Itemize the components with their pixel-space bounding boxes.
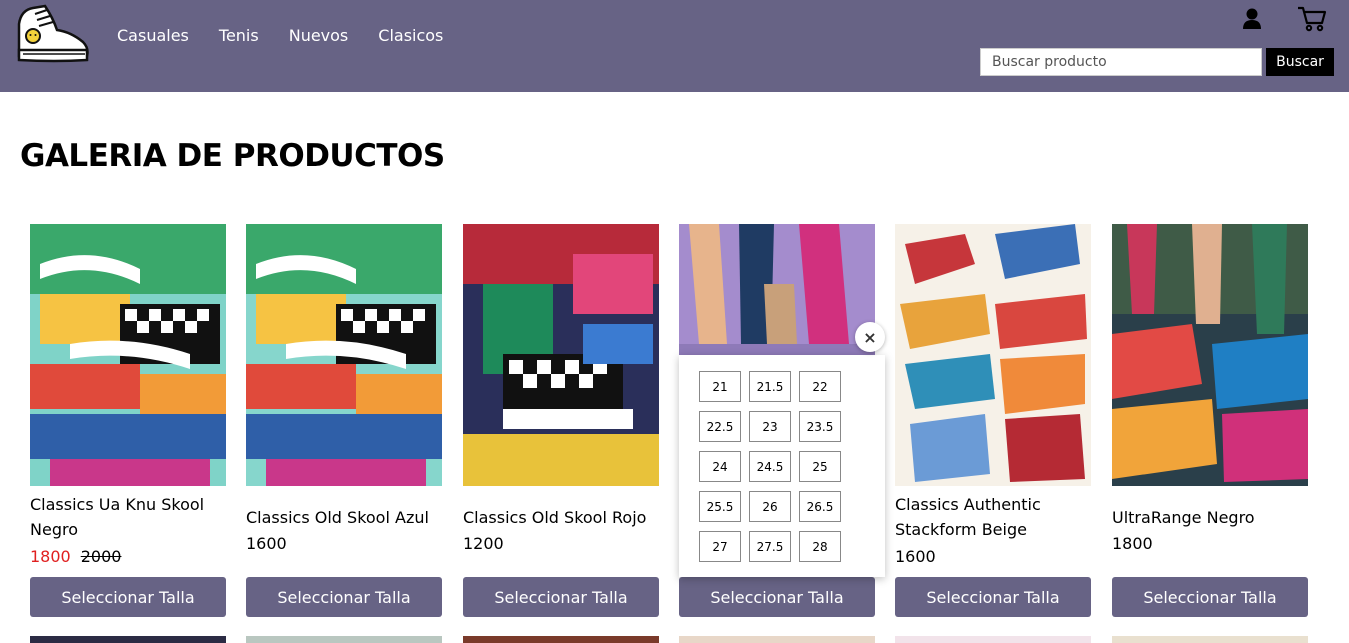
product-image-partial[interactable] bbox=[246, 636, 442, 643]
size-option[interactable]: 28 bbox=[799, 531, 841, 562]
product-image[interactable] bbox=[463, 224, 659, 486]
product-card: Classics Old Skool Rojo 1200 Seleccionar… bbox=[463, 224, 660, 617]
product-name: Classics Ua Knu Skool Negro bbox=[30, 495, 205, 539]
sale-price: 1800 bbox=[30, 547, 71, 566]
size-option[interactable]: 25 bbox=[799, 451, 841, 482]
product-image[interactable] bbox=[30, 224, 226, 486]
size-option[interactable]: 24 bbox=[699, 451, 741, 482]
size-option[interactable]: 25.5 bbox=[699, 491, 741, 522]
size-option[interactable]: 21.5 bbox=[749, 371, 791, 402]
main-nav: Casuales Tenis Nuevos Clasicos bbox=[117, 26, 443, 45]
product-price: 1200 bbox=[463, 534, 504, 553]
nav-tenis[interactable]: Tenis bbox=[219, 26, 259, 45]
old-price: 2000 bbox=[80, 547, 122, 566]
size-option[interactable]: 27.5 bbox=[749, 531, 791, 562]
size-option[interactable]: 24.5 bbox=[749, 451, 791, 482]
size-option[interactable]: 26 bbox=[749, 491, 791, 522]
sneaker-logo-icon[interactable] bbox=[15, 4, 89, 64]
product-image[interactable] bbox=[895, 224, 1091, 486]
size-popup: 21 21.5 22 22.5 23 23.5 24 24.5 25 25.5 … bbox=[679, 355, 885, 577]
product-price: 1600 bbox=[895, 547, 936, 566]
select-size-button[interactable]: Seleccionar Talla bbox=[463, 577, 659, 617]
size-option[interactable]: 23.5 bbox=[799, 411, 841, 442]
product-image-partial[interactable] bbox=[679, 636, 875, 643]
product-image[interactable] bbox=[1112, 224, 1308, 486]
size-grid: 21 21.5 22 22.5 23 23.5 24 24.5 25 25.5 … bbox=[699, 371, 841, 562]
product-name: Classics Authentic Stackform Beige bbox=[895, 495, 1041, 539]
select-size-button[interactable]: Seleccionar Talla bbox=[895, 577, 1091, 617]
nav-casuales[interactable]: Casuales bbox=[117, 26, 189, 45]
size-option[interactable]: 22.5 bbox=[699, 411, 741, 442]
product-card: Classics Ua Knu Skool Negro 1800 2000 Sel… bbox=[30, 224, 227, 617]
product-image[interactable] bbox=[246, 224, 442, 486]
product-image-partial[interactable] bbox=[463, 636, 659, 643]
product-image-partial[interactable] bbox=[30, 636, 226, 643]
cart-icon[interactable] bbox=[1297, 6, 1327, 32]
product-price: 1800 2000 bbox=[30, 544, 121, 569]
product-card: Classics Old Skool Azul 1600 Seleccionar… bbox=[246, 224, 443, 617]
size-option[interactable]: 22 bbox=[799, 371, 841, 402]
user-icon[interactable] bbox=[1241, 7, 1263, 31]
size-option[interactable]: 21 bbox=[699, 371, 741, 402]
nav-nuevos[interactable]: Nuevos bbox=[289, 26, 349, 45]
select-size-button[interactable]: Seleccionar Talla bbox=[679, 577, 875, 617]
select-size-button[interactable]: Seleccionar Talla bbox=[246, 577, 442, 617]
product-card: UltraRange Negro 1800 Seleccionar Talla bbox=[1112, 224, 1309, 617]
search-button[interactable]: Buscar bbox=[1266, 48, 1334, 76]
close-popup-button[interactable]: × bbox=[855, 322, 885, 352]
nav-clasicos[interactable]: Clasicos bbox=[378, 26, 443, 45]
site-header: Casuales Tenis Nuevos Clasicos Buscar bbox=[0, 0, 1349, 92]
search-input[interactable] bbox=[980, 48, 1262, 76]
select-size-button[interactable]: Seleccionar Talla bbox=[30, 577, 226, 617]
size-option[interactable]: 27 bbox=[699, 531, 741, 562]
select-size-button[interactable]: Seleccionar Talla bbox=[1112, 577, 1308, 617]
product-price: 1600 bbox=[246, 534, 287, 553]
page-title: GALERIA DE PRODUCTOS bbox=[20, 138, 445, 174]
product-price: 1800 bbox=[1112, 534, 1153, 553]
product-card: Classics Authentic Stackform Beige 1600 … bbox=[895, 224, 1092, 617]
size-option[interactable]: 23 bbox=[749, 411, 791, 442]
size-option[interactable]: 26.5 bbox=[799, 491, 841, 522]
product-image-partial[interactable] bbox=[1112, 636, 1308, 643]
product-image-partial[interactable] bbox=[895, 636, 1091, 643]
